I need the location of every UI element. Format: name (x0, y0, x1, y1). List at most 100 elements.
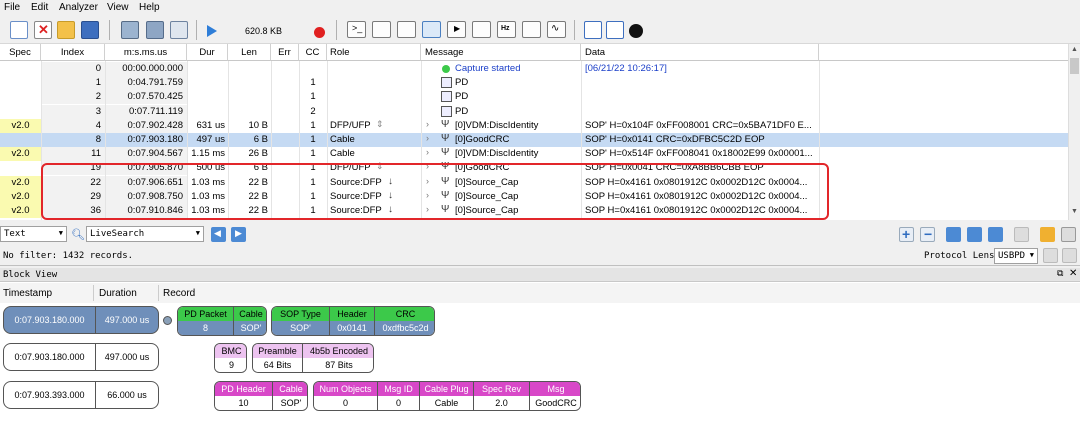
new-file-icon[interactable] (10, 21, 28, 39)
table-view-icon[interactable] (372, 21, 391, 38)
field-value: 64 Bits (253, 358, 303, 372)
field-header: SOP Type (272, 307, 330, 321)
play-view-icon[interactable]: ▶ (447, 21, 466, 38)
grid-view-icon[interactable] (472, 21, 491, 38)
settings-icon[interactable] (121, 21, 139, 39)
search-prev-icon[interactable]: ◀ (211, 227, 226, 242)
col-header-role[interactable]: Role (327, 44, 421, 61)
highlight-annotation (41, 163, 829, 220)
menu-analyzer[interactable]: Analyzer (59, 2, 98, 13)
usb-icon: Ψ (441, 118, 450, 130)
bomb-icon[interactable] (629, 24, 643, 38)
go-middle-icon[interactable] (967, 227, 982, 242)
edit-tool-icon[interactable] (1061, 227, 1076, 242)
cell-role: Cable (330, 134, 355, 145)
col-header-data[interactable]: Data (581, 44, 819, 61)
scroll-thumb[interactable] (1070, 58, 1079, 74)
menu-help[interactable]: Help (139, 2, 160, 13)
sop-group[interactable]: SOP Type Header CRC SOP' 0x0141 0xdfbc5c… (271, 306, 435, 336)
table-row[interactable]: 0 00:00.000.000 Capture started [06/21/22 1… (0, 62, 1068, 76)
cell-dur (187, 62, 228, 76)
protocol-lens-select[interactable]: USBPD ▼ (994, 248, 1038, 264)
col-header-err[interactable]: Err (271, 44, 299, 61)
menu-edit[interactable]: Edit (31, 2, 48, 13)
toolbar-separator (336, 20, 337, 40)
filter-type-select[interactable]: Text ▼ (0, 226, 67, 242)
go-first-icon[interactable] (946, 227, 961, 242)
bmc-group[interactable]: BMC 9 (214, 343, 247, 373)
msg-fields-group[interactable]: Num Objects Msg ID Cable Plug Spec Rev M… (313, 381, 581, 411)
expand-plus-icon[interactable]: + (899, 226, 914, 242)
field-value: 0xdfbc5c2d (375, 321, 434, 335)
cell-role (327, 90, 421, 104)
vertical-scrollbar[interactable]: ▲ ▼ (1068, 44, 1080, 220)
scroll-up-icon[interactable]: ▲ (1071, 46, 1078, 53)
menu-view[interactable]: View (107, 2, 129, 13)
field-value: SOP' (273, 396, 307, 410)
cell-len (228, 90, 271, 104)
cell-cc: 1 (310, 148, 316, 160)
pd-block-icon (441, 105, 452, 117)
collapse-minus-icon[interactable]: − (920, 226, 935, 242)
cell-role (327, 76, 421, 90)
close-file-icon[interactable]: ✕ (34, 21, 52, 39)
expand-arrow-icon[interactable]: › (426, 147, 429, 157)
pd-header-group[interactable]: PD Header Cable 10 SOP' (214, 381, 308, 411)
search-next-icon[interactable]: ▶ (231, 227, 246, 242)
open-folder-icon[interactable] (57, 21, 75, 39)
analyzer-icon[interactable] (170, 21, 188, 39)
table-row[interactable]: 8 0:07.903.180 497 us 6 B 1 Cable [0]GoodCRC SO… (0, 133, 1068, 147)
restore-icon[interactable]: ⧉ (1057, 268, 1063, 279)
go-last-icon[interactable] (988, 227, 1003, 242)
record-icon[interactable] (314, 27, 325, 38)
frequency-view-icon[interactable]: Hz (497, 21, 516, 38)
field-value: Cable (420, 396, 474, 410)
close-icon[interactable]: ✕ (1069, 268, 1077, 279)
menu-file[interactable]: File (4, 2, 20, 13)
list-view-icon[interactable] (397, 21, 416, 38)
pd-packet-group[interactable]: PD Packet Cable 8 SOP' (177, 306, 267, 336)
col-header-cc[interactable]: CC (299, 44, 327, 61)
cell-cc (299, 62, 327, 76)
col-header-time[interactable]: m:s.ms.us (105, 44, 187, 61)
waveform-view-icon[interactable]: ∿ (547, 21, 566, 38)
timestamp-row[interactable]: 0:07.903.180.000 497.000 us (3, 343, 159, 371)
col-header-len[interactable]: Len (228, 44, 271, 61)
filter-bar: Text ▼ 🔍︎ LiveSearch ▼ ◀ ▶ + − (0, 224, 1080, 244)
field-value: SOP' (272, 321, 330, 335)
save-icon[interactable] (81, 21, 99, 39)
cell-dur (187, 105, 228, 119)
terminal-view-icon[interactable]: >_ (347, 21, 366, 38)
col-header-dur[interactable]: Dur (187, 44, 228, 61)
play-icon[interactable] (207, 25, 217, 37)
field-header: Spec Rev (474, 382, 530, 396)
table-row[interactable]: 1 0:04.791.759 1 PD (0, 76, 1068, 91)
col-header-spec[interactable]: Spec (0, 44, 41, 61)
field-value: 8 (178, 321, 234, 335)
export-icon[interactable] (584, 21, 602, 39)
cell-role (327, 62, 421, 76)
table-row[interactable]: 2 0:07.570.425 1 PD (0, 90, 1068, 105)
table-row[interactable]: 3 0:07.711.119 2 PD (0, 104, 1068, 119)
field-value: 87 Bits (303, 358, 373, 372)
matrix-view-icon[interactable] (522, 21, 541, 38)
highlight-tool-icon[interactable] (1040, 227, 1055, 242)
table-row[interactable]: v2.0 11 0:07.904.567 1.15 ms 26 B 1 Cable [0]VD… (0, 147, 1068, 162)
live-search-input[interactable]: LiveSearch ▼ (86, 226, 204, 242)
timestamp-row[interactable]: 0:07.903.393.000 66.000 us (3, 381, 159, 409)
timestamp-row-selected[interactable]: 0:07.903.180.000 497.000 us (3, 306, 159, 334)
expand-arrow-icon[interactable]: › (426, 133, 429, 143)
device-config-icon[interactable] (146, 21, 164, 39)
expand-node-icon[interactable] (163, 316, 172, 325)
col-header-message[interactable]: Message (421, 44, 581, 61)
timestamp-value: 0:07.903.180.000 (4, 307, 96, 333)
cell-index: 2 (95, 91, 101, 103)
expand-arrow-icon[interactable]: › (426, 119, 429, 129)
table-row[interactable]: v2.0 4 0:07.902.428 631 us 10 B 1 DFP/UFP [0]VD… (0, 118, 1068, 133)
packet-view-icon[interactable] (422, 21, 441, 38)
col-header-index[interactable]: Index (41, 44, 105, 61)
report-icon[interactable] (606, 21, 624, 39)
encoding-group[interactable]: Preamble 4b5b Encoded 64 Bits 87 Bits (252, 343, 374, 373)
scroll-down-icon[interactable]: ▼ (1071, 208, 1078, 215)
cell-err (271, 133, 299, 147)
